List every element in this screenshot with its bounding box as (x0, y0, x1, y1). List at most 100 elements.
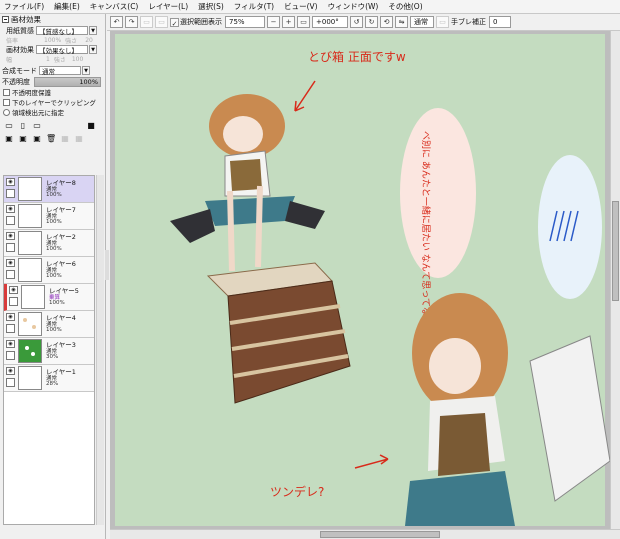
canvas-area[interactable]: とび箱 正面ですw べ別に あんたと一緒に居たい なんて思ってないよ ツンデレ? (110, 31, 610, 529)
pen-icon[interactable] (6, 189, 15, 198)
layer-item[interactable]: ◉ レイヤー3 通常 30% (4, 338, 94, 365)
layer-opacity: 100% (46, 273, 62, 279)
eye-icon[interactable]: ◉ (6, 232, 15, 240)
menu-edit[interactable]: 編集(E) (54, 1, 80, 12)
eye-icon[interactable]: ◉ (6, 178, 15, 186)
menu-canvas[interactable]: キャンバス(C) (90, 1, 139, 12)
layer-list-scrollbar[interactable] (96, 175, 104, 525)
eye-icon[interactable]: ◉ (6, 313, 15, 321)
protect-alpha-label: 不透明度保護 (12, 89, 51, 97)
zoom-reset-icon[interactable]: ▭ (297, 16, 310, 28)
rotate-right-icon[interactable]: ↻ (365, 16, 378, 28)
eye-icon[interactable]: ◉ (6, 340, 15, 348)
opacity-row: 不透明度 100% (0, 76, 105, 87)
paper-texture-select[interactable]: 【質感なし】 (36, 26, 88, 36)
zoom-select[interactable]: 75% (225, 16, 265, 28)
scroll-thumb[interactable] (612, 201, 619, 301)
rotate-reset-icon[interactable]: ⟲ (380, 16, 393, 28)
paper-scale-value[interactable]: 100% (44, 37, 61, 44)
lock-icon[interactable] (6, 270, 15, 279)
layer-menu-icon[interactable]: ■ (86, 121, 96, 131)
new-folder-icon[interactable]: ▭ (32, 121, 42, 131)
canvas-horizontal-scrollbar[interactable] (110, 529, 620, 539)
delete-layer-icon[interactable]: 🗑 (46, 134, 56, 144)
menu-filter[interactable]: フィルタ(T) (234, 1, 274, 12)
redo-icon[interactable]: ↷ (125, 16, 138, 28)
radio[interactable] (3, 108, 10, 116)
stabilizer-select[interactable]: 0 (489, 16, 511, 28)
scroll-thumb[interactable] (320, 531, 440, 538)
effect-select[interactable]: 【効果なし】 (36, 45, 88, 55)
flip-horizontal-icon[interactable]: ⇋ (395, 16, 408, 28)
checkbox[interactable] (3, 98, 10, 106)
menu-select[interactable]: 選択(S) (198, 1, 224, 12)
select-all-icon[interactable]: ▭ (155, 16, 168, 28)
eye-icon[interactable]: ◉ (6, 367, 15, 375)
blend-mode-select[interactable]: 通常 (39, 66, 81, 76)
opacity-slider[interactable]: 100% (34, 77, 101, 87)
new-layer-icon[interactable]: ▭ (4, 121, 14, 131)
clip-option[interactable]: 下のレイヤーでクリッピング (0, 97, 105, 107)
merge-all-icon[interactable]: ▣ (32, 134, 42, 144)
layer-item[interactable]: ◉ レイヤー1 通常 28% (4, 365, 94, 392)
lock-icon[interactable] (9, 297, 18, 306)
copy-layer-icon[interactable]: ▣ (4, 134, 14, 144)
layer-item[interactable]: ◉ レイヤー4 通常 100% (4, 311, 94, 338)
deselect-icon[interactable]: ▭ (140, 16, 153, 28)
move-down-icon[interactable]: ▦ (74, 134, 84, 144)
zoom-in-icon[interactable]: + (282, 16, 295, 28)
menu-other[interactable]: その他(O) (388, 1, 422, 12)
menu-window[interactable]: ウィンドウ(W) (328, 1, 379, 12)
checkbox-checked-icon[interactable]: ✓ (170, 17, 179, 28)
lock-icon[interactable] (6, 216, 15, 225)
checkbox[interactable] (3, 88, 10, 96)
effect-width-value[interactable]: 1 (46, 56, 50, 63)
layer-item[interactable]: ◉ レイヤー8 通常 100% (4, 176, 94, 203)
clip-label: 下のレイヤーでクリッピング (12, 99, 96, 107)
protect-alpha-option[interactable]: 不透明度保護 (0, 87, 105, 97)
eye-icon[interactable]: ◉ (9, 286, 18, 294)
eye-icon[interactable]: ◉ (6, 259, 15, 267)
layer-opacity: 100% (46, 246, 62, 252)
new-linework-layer-icon[interactable]: ▯ (18, 121, 28, 131)
paper-scale-label: 倍率 (6, 37, 19, 45)
layer-item[interactable]: ◉ レイヤー7 通常 100% (4, 203, 94, 230)
menu-view[interactable]: ビュー(V) (284, 1, 317, 12)
layer-thumbnail (18, 231, 42, 255)
panel-collapse-handle[interactable] (105, 250, 109, 280)
layer-thumbnail (18, 204, 42, 228)
selection-source-option[interactable]: 領域検出元に指定 (0, 107, 105, 117)
rotate-left-icon[interactable]: ↺ (350, 16, 363, 28)
canvas-vertical-scrollbar[interactable] (610, 31, 620, 529)
undo-icon[interactable]: ↶ (110, 16, 123, 28)
layer-item[interactable]: ◉ レイヤー6 通常 100% (4, 257, 94, 284)
lock-icon[interactable] (6, 378, 15, 387)
eye-icon[interactable]: ◉ (6, 205, 15, 213)
rotation-select[interactable]: +000° (312, 16, 348, 28)
collapse-icon[interactable] (2, 16, 9, 23)
menu-file[interactable]: ファイル(F) (4, 1, 44, 12)
view-option-icon[interactable]: ▭ (436, 16, 449, 28)
dropdown-arrow-icon[interactable]: ▼ (89, 45, 97, 54)
lock-icon[interactable] (6, 243, 15, 252)
move-up-icon[interactable]: ▦ (60, 134, 70, 144)
merge-down-icon[interactable]: ▣ (18, 134, 28, 144)
effect-strength-label: 強さ (53, 56, 66, 64)
dropdown-arrow-icon[interactable]: ▼ (82, 66, 90, 75)
canvas-paper (115, 34, 605, 526)
paper-strength-value[interactable]: 20 (85, 37, 93, 44)
view-blend-select[interactable]: 通常 (410, 16, 434, 28)
texture-panel-header[interactable]: 画材効果 (0, 14, 105, 25)
layer-item[interactable]: ◉ レイヤー2 通常 100% (4, 230, 94, 257)
layer-item[interactable]: ◉ レイヤー5 乗算 100% (4, 284, 94, 311)
zoom-out-icon[interactable]: − (267, 16, 280, 28)
speech-bubble-pink (400, 108, 476, 278)
effect-width-row: 幅 1 強さ 100 (0, 55, 105, 64)
menu-layer[interactable]: レイヤー(L) (148, 1, 188, 12)
lock-icon[interactable] (6, 351, 15, 360)
dropdown-arrow-icon[interactable]: ▼ (89, 26, 97, 35)
bubble-text: べ別に あんたと一緒に居たい なんて思ってないよ (420, 131, 432, 334)
layer-opacity: 30% (46, 354, 59, 360)
effect-strength-value[interactable]: 100 (72, 56, 83, 63)
lock-icon[interactable] (6, 324, 15, 333)
